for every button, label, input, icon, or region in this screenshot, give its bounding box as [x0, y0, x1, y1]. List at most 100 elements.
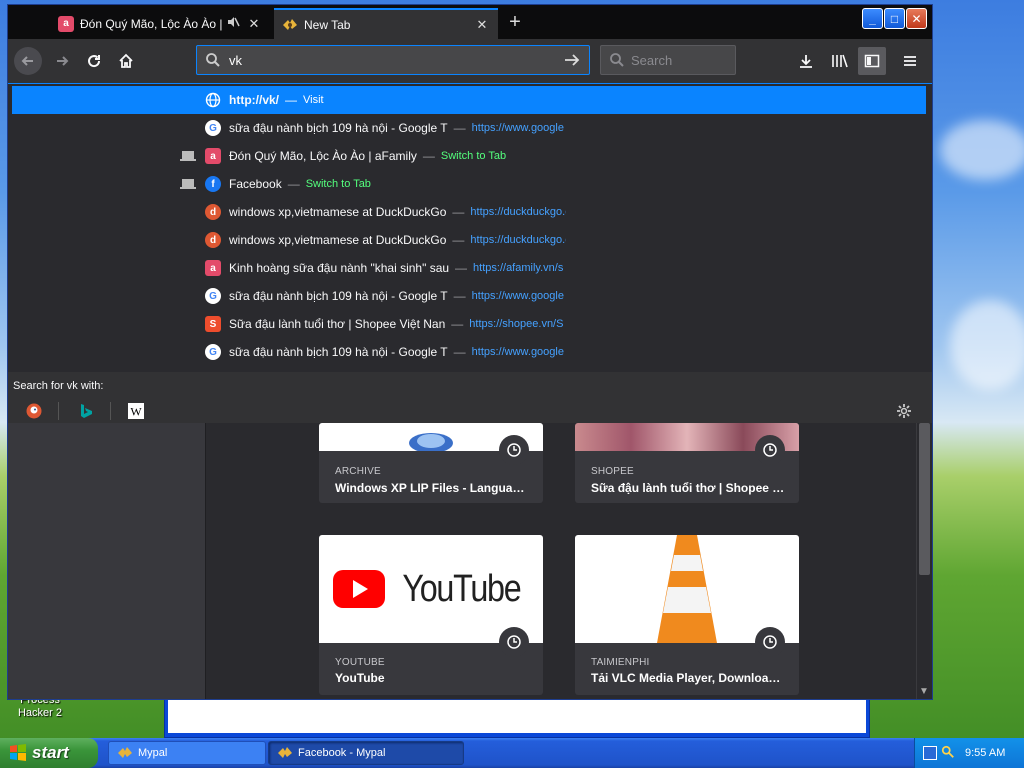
autocomplete-row[interactable]: G sữa đậu nành bịch 109 hà nội - Google …: [12, 282, 926, 310]
url-bar[interactable]: [196, 45, 590, 75]
arrow-right-icon: [57, 56, 69, 66]
page-scrollbar[interactable]: ▼: [916, 423, 932, 699]
facebook-icon: f: [205, 176, 221, 192]
youtube-logo-text: YouTube: [401, 567, 521, 610]
tab-title: Đón Quý Mão, Lộc Ào Ào | aFamily: [80, 16, 222, 31]
autocomplete-row[interactable]: a Kinh hoàng sữa đậu nành "khai sinh" sa…: [12, 254, 926, 282]
topsite-card-taimienphi[interactable]: TAIMIENPHI Tải VLC Media Player, Downloa…: [575, 535, 799, 695]
clock-icon: [755, 435, 785, 465]
autocomplete-row[interactable]: G sữa đậu nành bịch 109 hà nội - Google …: [12, 338, 926, 366]
close-tab-icon[interactable]: ✕: [246, 16, 262, 32]
google-icon: G: [205, 120, 221, 136]
autocomplete-row[interactable]: d windows xp,vietmamese at DuckDuckGo — ht…: [12, 226, 926, 254]
clock-icon: [499, 627, 529, 657]
autocomplete-row[interactable]: f Facebook — Switch to Tab: [12, 170, 926, 198]
search-icon: [206, 53, 220, 67]
start-label: start: [32, 743, 69, 762]
autocomplete-row[interactable]: G sữa đậu nành bịch 109 hà nội - Google …: [12, 114, 926, 142]
taskbar: start Mypal Facebook - Mypal 9:55 AM: [0, 738, 1024, 768]
afamily-icon: a: [58, 15, 74, 32]
go-arrow-icon: [565, 54, 580, 66]
arrow-left-icon: [21, 56, 33, 66]
duckduckgo-icon: d: [205, 204, 221, 220]
system-tray: 9:55 AM: [914, 738, 1024, 768]
start-button[interactable]: start: [0, 738, 98, 768]
taskbar-item-facebook-mypal[interactable]: Facebook - Mypal: [268, 741, 464, 765]
autocomplete-row[interactable]: S Sữa đậu lành tuổi thơ | Shopee Việt Na…: [12, 310, 926, 338]
autocomplete-row[interactable]: a Đón Quý Mão, Lộc Ào Ào | aFamily — Switc…: [12, 142, 926, 170]
mypal-icon: [118, 747, 132, 758]
clock-icon: [499, 435, 529, 465]
taskbar-item-mypal[interactable]: Mypal: [108, 741, 266, 765]
google-icon: G: [205, 344, 221, 360]
close-window-button[interactable]: ✕: [906, 8, 927, 29]
muted-speaker-icon[interactable]: [226, 15, 240, 32]
search-icon: [610, 53, 624, 67]
tab-title: New Tab: [304, 17, 351, 32]
mypal-icon: [278, 747, 292, 758]
url-input[interactable]: [229, 52, 559, 68]
menu-button[interactable]: [896, 47, 924, 75]
autocomplete-popup: http://vk/— Visit G sữa đậu nành bịch 109…: [8, 83, 932, 424]
nav-toolbar: [8, 39, 932, 83]
topsite-host: YOUTUBE: [335, 657, 385, 668]
back-button[interactable]: [14, 47, 42, 75]
close-tab-icon[interactable]: ✕: [474, 17, 490, 33]
gear-icon[interactable]: [894, 401, 914, 421]
autocomplete-row[interactable]: http://vk/— Visit: [12, 86, 926, 114]
topsite-title: Sữa đậu lành tuổi thơ | Shopee …: [591, 481, 785, 495]
topsite-host: TAIMIENPHI: [591, 657, 650, 668]
topsite-card-archive[interactable]: ARCHIVE Windows XP LIP Files - Langua…: [319, 423, 543, 503]
search-with-label: Search for vk with:: [8, 372, 932, 398]
new-tab-page: ARCHIVE Windows XP LIP Files - Langua… S…: [8, 423, 932, 699]
shopee-icon: S: [205, 316, 221, 332]
topsite-host: SHOPEE: [591, 466, 634, 477]
ie-icon[interactable]: [923, 746, 937, 760]
mypal-icon: [282, 17, 298, 33]
library-icon: [832, 54, 848, 68]
forward-button[interactable]: [48, 47, 76, 75]
minimize-button[interactable]: _: [862, 8, 883, 29]
home-icon: [119, 53, 133, 68]
new-tab-button[interactable]: +: [504, 11, 526, 35]
library-button[interactable]: [826, 47, 854, 75]
search-bar[interactable]: [600, 45, 736, 75]
afamily-icon: a: [205, 148, 221, 164]
topsite-title: YouTube: [335, 671, 385, 685]
topsite-host: ARCHIVE: [335, 466, 381, 477]
google-icon: G: [205, 288, 221, 304]
scrollbar-thumb[interactable]: [919, 423, 930, 575]
tab-new-tab[interactable]: New Tab ✕: [274, 8, 498, 39]
clock[interactable]: 9:55 AM: [965, 747, 1005, 759]
topsite-card-youtube[interactable]: YouTube YOUTUBE YouTube: [319, 535, 543, 695]
sidebar-button[interactable]: [858, 47, 886, 75]
duckduckgo-icon: d: [205, 232, 221, 248]
browser-window: a Đón Quý Mão, Lộc Ào Ào | aFamily ✕ New…: [7, 4, 933, 700]
tab-afamily[interactable]: a Đón Quý Mão, Lộc Ào Ào | aFamily ✕: [50, 8, 270, 39]
topsite-title: Tải VLC Media Player, Download…: [591, 671, 787, 685]
download-icon: [800, 55, 812, 68]
afamily-icon: a: [205, 260, 221, 276]
sidebar-panel: [8, 423, 206, 699]
svg-text:W: W: [130, 405, 142, 419]
switch-tab-icon: [180, 178, 196, 190]
tab-strip: a Đón Quý Mão, Lộc Ào Ào | aFamily ✕ New…: [8, 5, 932, 39]
autocomplete-row[interactable]: d windows xp,vietmamese at DuckDuckGo — ht…: [12, 198, 926, 226]
one-off-search-engines: W: [8, 398, 932, 424]
home-button[interactable]: [112, 47, 140, 75]
search-icon[interactable]: [941, 745, 955, 762]
windows-logo-icon: [10, 744, 26, 761]
duckduckgo-icon[interactable]: [24, 401, 44, 421]
sidebar-icon: [864, 54, 880, 68]
reload-button[interactable]: [80, 47, 108, 75]
chevron-down-icon[interactable]: ▼: [919, 686, 929, 697]
wikipedia-icon[interactable]: W: [126, 401, 146, 421]
bing-icon[interactable]: [76, 401, 96, 421]
topsite-title: Windows XP LIP Files - Langua…: [335, 481, 525, 495]
reload-icon: [88, 55, 101, 68]
topsite-card-shopee[interactable]: SHOPEE Sữa đậu lành tuổi thơ | Shopee …: [575, 423, 799, 503]
youtube-logo-icon: [332, 570, 385, 608]
maximize-button[interactable]: □: [884, 8, 905, 29]
search-input[interactable]: [631, 52, 727, 68]
downloads-button[interactable]: [792, 47, 820, 75]
